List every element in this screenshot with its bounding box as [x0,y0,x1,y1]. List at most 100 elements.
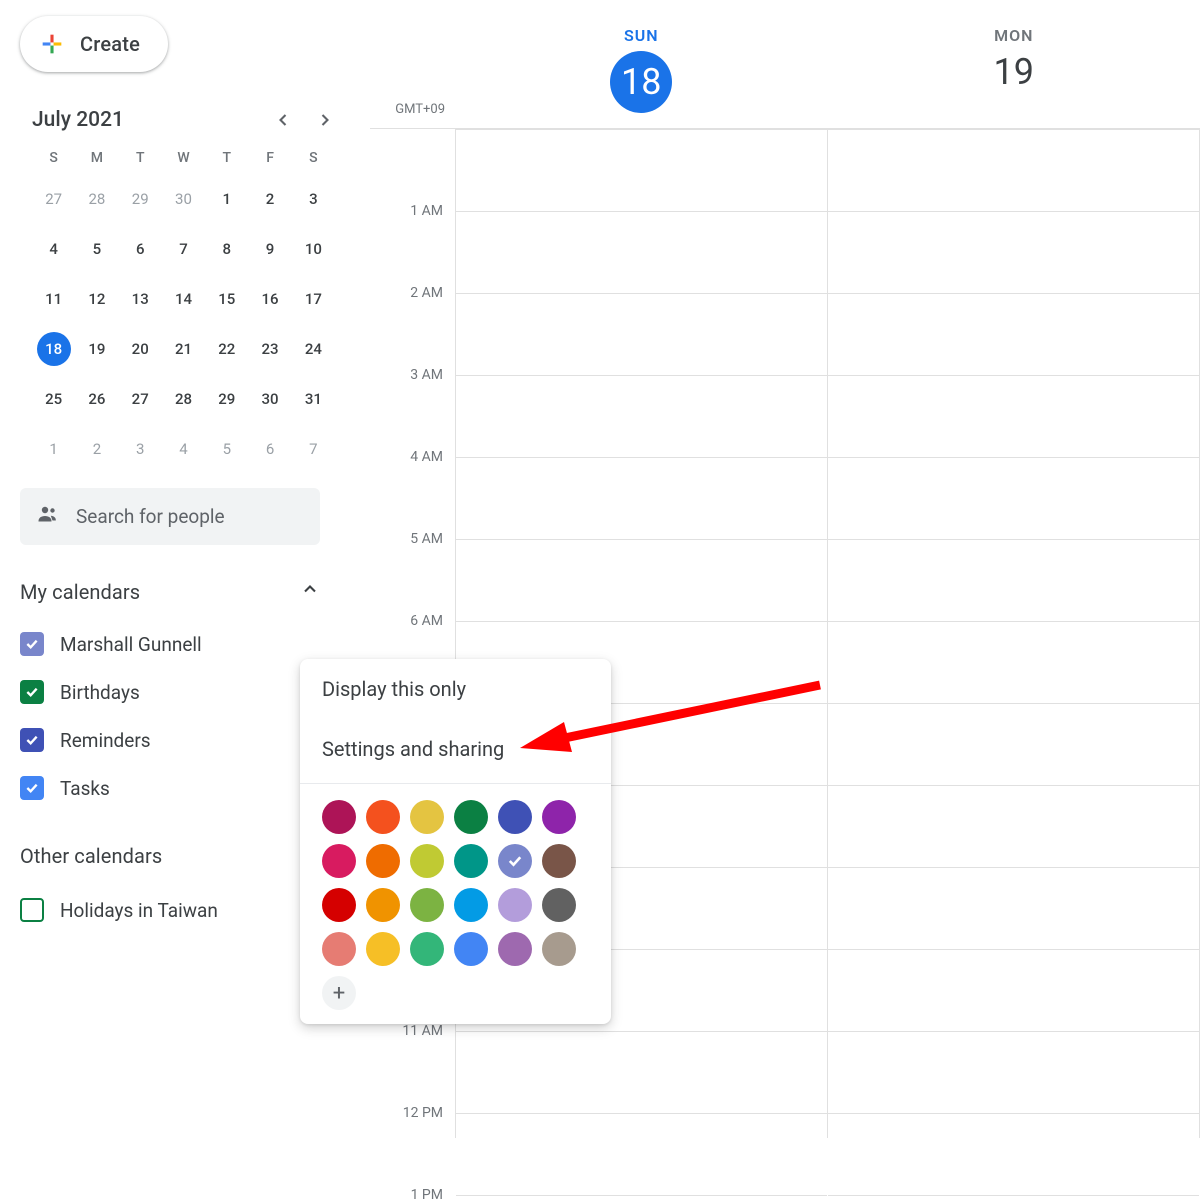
add-custom-color-button[interactable]: + [322,976,356,1010]
color-swatch[interactable] [454,932,488,966]
mini-day-cell[interactable]: 3 [296,182,330,216]
mini-day-cell[interactable]: 29 [123,182,157,216]
mini-day-cell[interactable]: 20 [123,332,157,366]
create-button[interactable]: Create [20,16,168,72]
mini-day-cell[interactable]: 28 [80,182,114,216]
color-swatch[interactable] [322,844,356,878]
prev-month-button[interactable] [273,110,293,130]
hour-gridline [828,785,1199,786]
mini-day-cell[interactable]: 27 [37,182,71,216]
mini-day-cell[interactable]: 28 [166,382,200,416]
color-swatch[interactable] [542,932,576,966]
mini-day-cell[interactable]: 12 [80,282,114,316]
mini-day-cell[interactable]: 27 [123,382,157,416]
mini-day-cell[interactable]: 13 [123,282,157,316]
mini-dow: S [32,150,75,166]
color-swatch[interactable] [498,888,532,922]
mini-day-cell[interactable]: 17 [296,282,330,316]
color-swatch[interactable] [410,800,444,834]
color-swatch[interactable] [454,800,488,834]
hour-gridline [456,457,827,458]
color-swatch[interactable] [322,800,356,834]
mini-day-cell[interactable]: 31 [296,382,330,416]
color-swatch[interactable] [322,932,356,966]
mini-day-cell[interactable]: 4 [166,432,200,466]
color-swatch[interactable] [366,800,400,834]
color-swatch[interactable] [542,844,576,878]
mini-day-cell[interactable]: 24 [296,332,330,366]
day-column-header[interactable]: MON19 [828,0,1200,113]
hour-label: 1 PM [411,1187,443,1203]
mini-day-cell[interactable]: 10 [296,232,330,266]
color-swatch[interactable] [366,888,400,922]
calendar-checkbox[interactable] [20,898,44,922]
grid-day-column[interactable] [827,129,1200,1138]
calendar-checkbox[interactable] [20,632,44,656]
google-plus-icon [38,30,66,58]
color-swatch[interactable] [366,844,400,878]
mini-day-cell[interactable]: 30 [253,382,287,416]
color-swatch[interactable] [410,844,444,878]
mini-day-cell[interactable]: 30 [166,182,200,216]
mini-day-cell[interactable]: 2 [253,182,287,216]
color-swatch[interactable] [454,888,488,922]
mini-day-cell[interactable]: 2 [80,432,114,466]
hour-gridline [828,1195,1199,1196]
day-number: 19 [828,51,1200,93]
mini-day-cell[interactable]: 6 [253,432,287,466]
mini-day-cell[interactable]: 7 [296,432,330,466]
mini-day-cell[interactable]: 26 [80,382,114,416]
my-calendars-header: My calendars [20,580,140,604]
color-swatch[interactable] [322,888,356,922]
settings-and-sharing-menuitem[interactable]: Settings and sharing [300,719,611,779]
color-swatch[interactable] [542,888,576,922]
color-swatch[interactable] [454,844,488,878]
color-swatch[interactable] [366,932,400,966]
mini-day-cell[interactable]: 8 [210,232,244,266]
mini-day-cell[interactable]: 19 [80,332,114,366]
color-swatch[interactable] [542,800,576,834]
hour-gridline [828,949,1199,950]
color-swatch[interactable] [410,888,444,922]
mini-day-cell[interactable]: 9 [253,232,287,266]
mini-day-cell[interactable]: 22 [210,332,244,366]
hour-gridline [456,293,827,294]
mini-day-cell[interactable]: 5 [80,232,114,266]
mini-day-cell[interactable]: 15 [210,282,244,316]
calendar-checkbox[interactable] [20,776,44,800]
color-swatch[interactable] [498,800,532,834]
calendar-list-item[interactable]: Marshall Gunnell [20,624,355,664]
hour-gridline [828,621,1199,622]
mini-day-cell[interactable]: 23 [253,332,287,366]
color-swatch[interactable] [498,844,532,878]
day-column-header[interactable]: SUN18 [455,0,828,113]
mini-day-cell[interactable]: 7 [166,232,200,266]
mini-day-cell[interactable]: 11 [37,282,71,316]
display-this-only-menuitem[interactable]: Display this only [300,659,611,719]
mini-day-cell[interactable]: 21 [166,332,200,366]
calendar-checkbox[interactable] [20,680,44,704]
color-swatch[interactable] [498,932,532,966]
hour-label: 2 AM [410,285,443,301]
search-people-input[interactable]: Search for people [20,488,320,545]
mini-day-cell[interactable]: 29 [210,382,244,416]
mini-day-cell[interactable]: 1 [210,182,244,216]
menu-divider [300,783,611,784]
mini-day-cell[interactable]: 16 [253,282,287,316]
mini-day-cell[interactable]: 6 [123,232,157,266]
hour-gridline [456,1113,827,1114]
mini-day-cell[interactable]: 25 [37,382,71,416]
mini-day-cell[interactable]: 18 [37,332,71,366]
hour-gridline [456,621,827,622]
color-swatch[interactable] [410,932,444,966]
mini-dow: S [292,150,335,166]
mini-day-cell[interactable]: 14 [166,282,200,316]
mini-day-cell[interactable]: 1 [37,432,71,466]
collapse-my-calendars-button[interactable] [300,579,320,604]
timezone-label: GMT+09 [370,102,445,117]
calendar-checkbox[interactable] [20,728,44,752]
next-month-button[interactable] [315,110,335,130]
mini-day-cell[interactable]: 5 [210,432,244,466]
mini-day-cell[interactable]: 3 [123,432,157,466]
mini-day-cell[interactable]: 4 [37,232,71,266]
